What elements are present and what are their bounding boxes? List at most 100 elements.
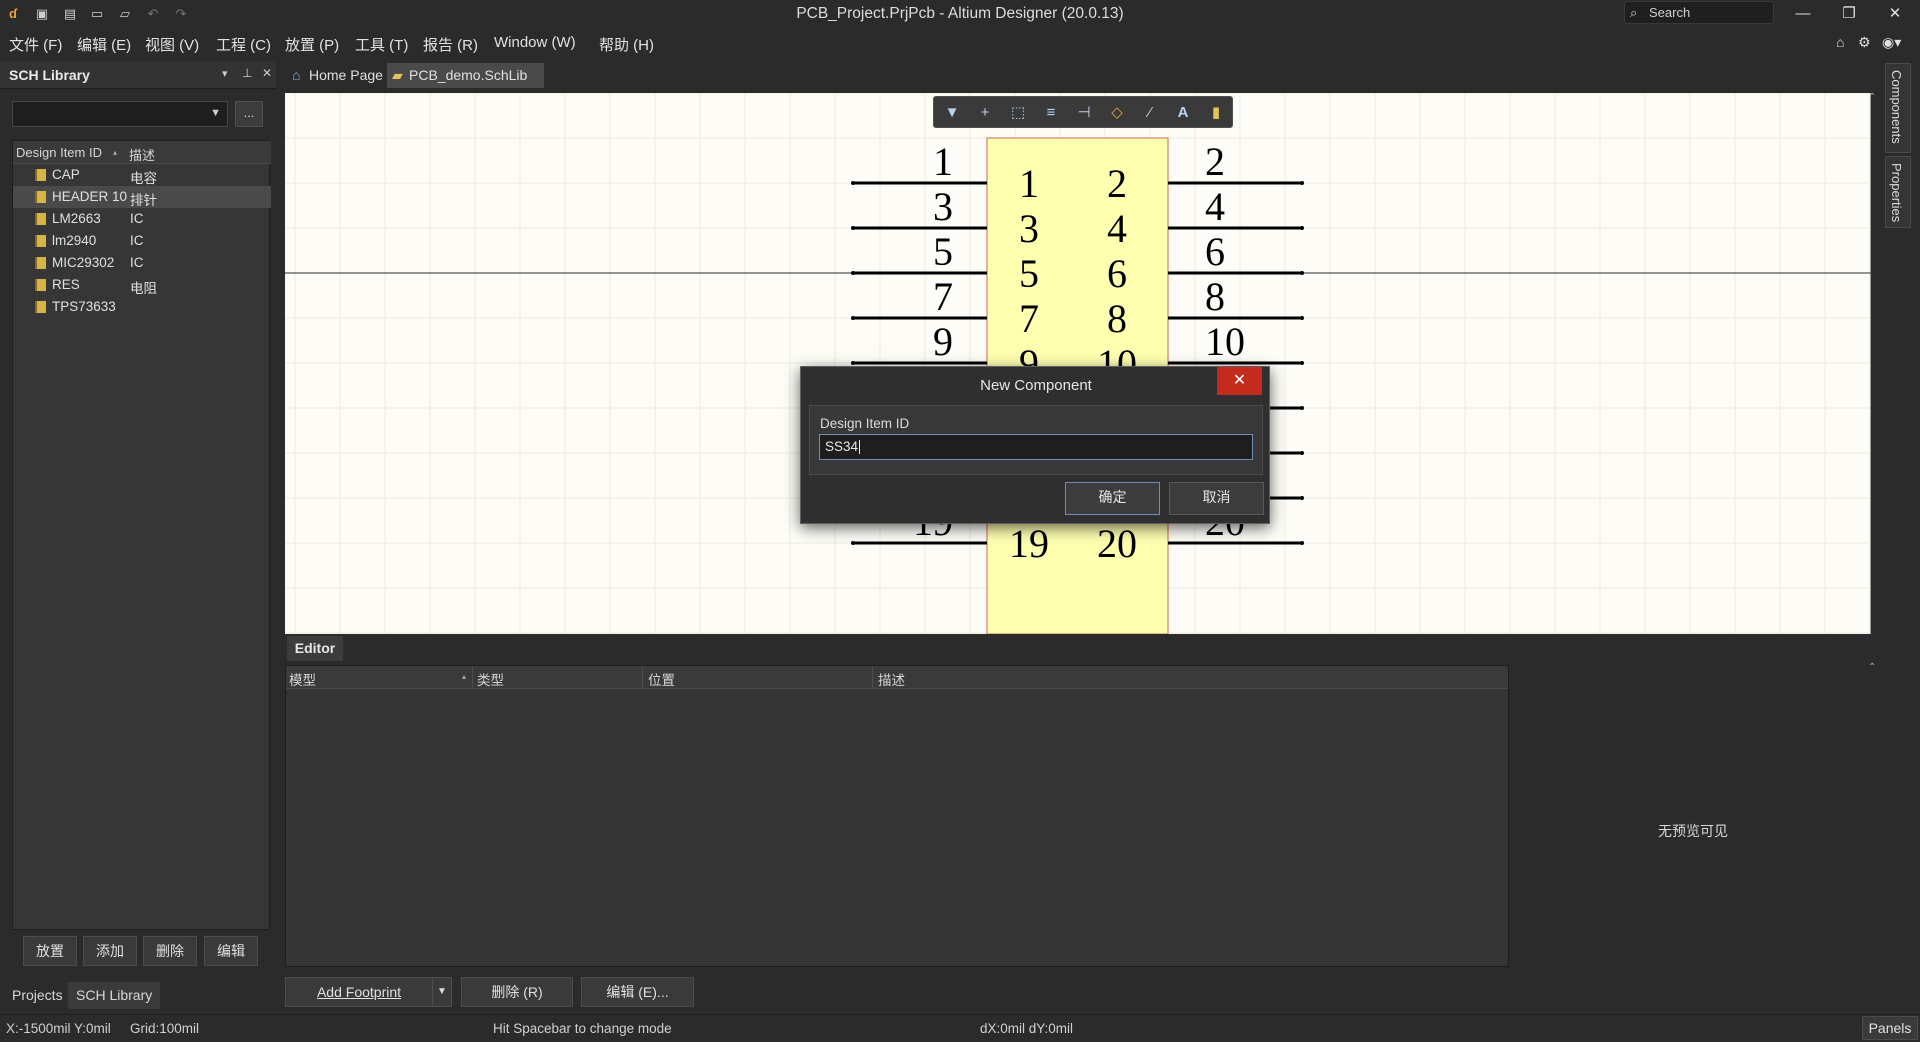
close-icon[interactable]: ✕ [1217,367,1262,395]
menu-file[interactable]: 文件 (F) [9,34,62,55]
pin-name-label: 5 [1019,251,1039,296]
select-area-icon[interactable]: ⬚ [1008,103,1028,123]
crosshair-icon[interactable]: + [975,103,995,123]
filter-icon[interactable]: ▼ [942,103,962,123]
pin-end [1300,271,1304,275]
menu-project[interactable]: 工程 (C) [216,34,271,55]
component-icon[interactable]: ▮ [1206,103,1226,123]
add-footprint-button[interactable]: Add Footprint [285,977,433,1007]
item-id: TPS73633 [52,299,116,314]
design-item-id-input[interactable]: SS34 [819,434,1253,460]
place-pin-icon[interactable]: ⊣ [1074,103,1094,123]
component-icon [35,169,46,181]
list-item[interactable]: MIC29302 IC [13,252,271,274]
column-location[interactable]: 位置 [648,669,675,689]
menu-window[interactable]: Window (W) [494,34,576,51]
tab-editor[interactable]: Editor [287,636,343,661]
list-item[interactable]: RES 电阻 [13,274,271,296]
chevron-down-icon: ▼ [210,107,221,119]
line-icon[interactable]: ⁄ [1140,103,1160,123]
list-item-selected[interactable]: HEADER 10X2 排针 [13,186,271,208]
minimize-button[interactable]: — [1780,0,1826,28]
list-item[interactable]: CAP 电容 [13,164,271,186]
column-divider [642,666,643,688]
text-icon[interactable]: A [1173,103,1193,123]
item-id: RES [52,277,80,292]
place-button[interactable]: 放置 [23,936,77,966]
pin-end [1300,541,1304,545]
column-description[interactable]: 描述 [129,145,155,164]
tab-pcb-demo-schlib[interactable]: ▰ PCB_demo.SchLib [387,63,544,88]
pin-end [1300,316,1304,320]
delete-model-button[interactable]: 删除 (R) [461,977,573,1007]
item-id: CAP [52,167,80,182]
tab-sch-library[interactable]: SCH Library [68,982,161,1009]
tab-label: PCB_demo.SchLib [409,67,528,83]
pin-icon[interactable]: ⊥ [242,66,252,80]
pin-end [1300,406,1304,410]
gear-icon[interactable]: ⚙ [1858,34,1871,51]
pin-name-label: 7 [1019,296,1039,341]
library-filter-combobox[interactable]: ▼ [12,101,228,127]
panels-button[interactable]: Panels [1862,1016,1918,1040]
menu-edit[interactable]: 编辑 (E) [77,34,131,55]
edit-model-button[interactable]: 编辑 (E)... [581,977,694,1007]
column-description[interactable]: 描述 [878,669,905,689]
component-list: Design Item ID ▴ 描述 CAP 电容 HEADER 10X2 排… [12,140,271,930]
pin-name-label: 3 [1019,206,1039,251]
column-model[interactable]: 模型 [289,669,316,689]
pin-name-label: 1 [1019,161,1039,206]
pin-end [1300,181,1304,185]
add-button[interactable]: 添加 [83,936,137,966]
search-placeholder: Search [1649,5,1691,20]
pin-number-label: 8 [1205,274,1225,319]
list-item[interactable]: lm2940 IC [13,230,271,252]
column-type[interactable]: 类型 [477,669,504,689]
component-icon [35,301,46,313]
schematic-canvas[interactable]: 12123434565678789109101718171819201920 [285,93,1871,634]
maximize-button[interactable]: ❐ [1826,0,1872,28]
item-desc: 电阻 [130,281,157,296]
user-icon[interactable]: ◉▾ [1882,34,1901,51]
color-fill-icon[interactable]: ◇ [1107,103,1127,123]
menu-tools[interactable]: 工具 (T) [355,34,408,55]
panel-menu-icon[interactable]: ▾ [222,67,228,80]
schlib-file-icon: ▰ [392,67,403,83]
pin-end [851,361,855,365]
delete-button[interactable]: 删除 [143,936,197,966]
tab-components[interactable]: Components [1885,63,1911,153]
menu-place[interactable]: 放置 (P) [285,34,339,55]
close-panel-icon[interactable]: ✕ [262,66,272,80]
tab-projects[interactable]: Projects [4,982,71,1009]
pin-name-label: 4 [1107,206,1127,251]
home-icon[interactable]: ⌂ [1836,34,1844,50]
list-item[interactable]: LM2663 IC [13,208,271,230]
canvas-drawing: 12123434565678789109101718171819201920 [285,93,1871,634]
column-design-item-id[interactable]: Design Item ID [16,145,102,160]
component-icon [35,257,46,269]
menu-reports[interactable]: 报告 (R) [423,34,478,55]
pin-number-label: 9 [933,319,953,364]
close-window-button[interactable]: ✕ [1872,0,1918,28]
models-grid: 模型 ▴ 类型 位置 描述 [285,665,1509,967]
tab-properties[interactable]: Properties [1885,156,1911,228]
item-desc: IC [130,255,144,270]
input-value: SS34 [825,439,859,454]
list-item[interactable]: TPS73633 [13,296,271,318]
menu-view[interactable]: 视图 (V) [145,34,199,55]
pin-name-label: 6 [1107,251,1127,296]
ok-button[interactable]: 确定 [1065,482,1160,515]
browse-button[interactable]: ... [235,101,263,127]
collapse-up-icon[interactable]: ⌃ [1868,92,1876,103]
search-box[interactable]: ⌕ Search [1624,1,1774,24]
item-id: MIC29302 [52,255,115,270]
new-component-dialog: New Component ✕ Design Item ID SS34 确定 取… [800,366,1270,524]
pin-end [1300,361,1304,365]
cancel-button[interactable]: 取消 [1169,482,1264,515]
edit-button[interactable]: 编辑 [204,936,258,966]
menu-bar: 文件 (F) 编辑 (E) 视图 (V) 工程 (C) 放置 (P) 工具 (T… [0,29,1920,57]
menu-help[interactable]: 帮助 (H) [599,34,654,55]
align-icon[interactable]: ≡ [1041,103,1061,123]
home-icon: ⌂ [292,67,301,83]
add-model-dropdown[interactable]: ▼ [432,977,452,1007]
